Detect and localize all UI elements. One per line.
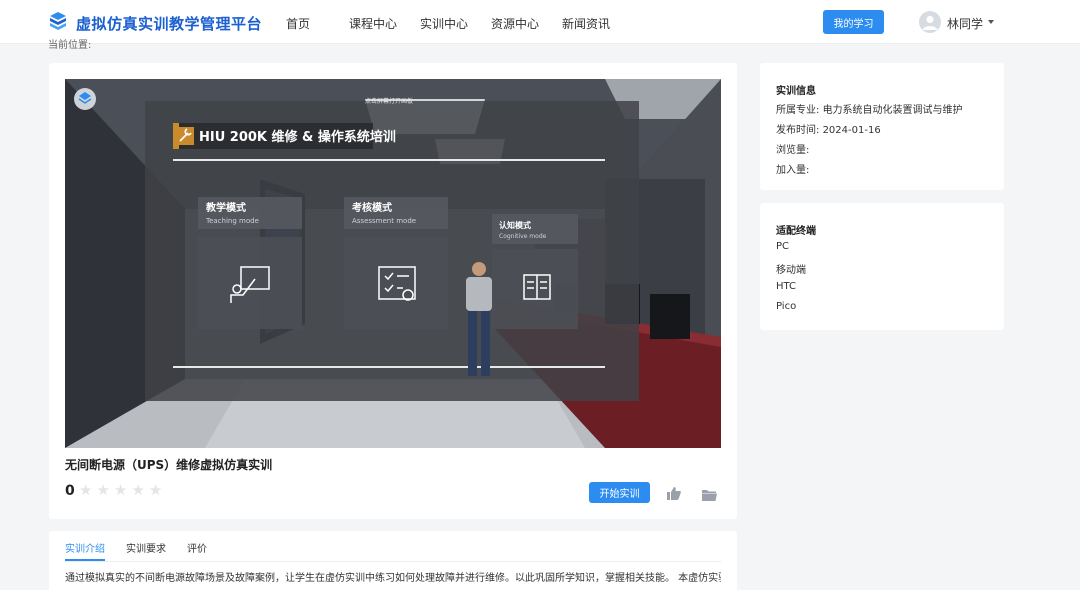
nav-training[interactable]: 实训中心 bbox=[420, 15, 468, 32]
nav-courses[interactable]: 课程中心 bbox=[349, 15, 397, 32]
training-preview-image[interactable]: 点击屏幕打开画板 HIU 200K 维修 & 操作系统培训 教学模式 Teach… bbox=[65, 79, 721, 448]
rating-score: 0 bbox=[65, 483, 75, 499]
major-value: 电力系统自动化装置调试与维护 bbox=[822, 105, 963, 116]
nav-resources[interactable]: 资源中心 bbox=[491, 15, 539, 32]
tab-intro[interactable]: 实训介绍 bbox=[65, 540, 105, 555]
mode-assessment-subtitle: Assessment mode bbox=[352, 217, 416, 225]
star-icon[interactable]: ★ bbox=[96, 482, 109, 498]
start-training-button[interactable]: 开始实训 bbox=[589, 482, 650, 503]
star-icon[interactable]: ★ bbox=[149, 482, 162, 498]
star-icon[interactable]: ★ bbox=[79, 482, 92, 498]
folder-icon[interactable] bbox=[702, 486, 717, 505]
date-value: 2024-01-16 bbox=[822, 125, 881, 136]
my-learning-button[interactable]: 我的学习 bbox=[823, 10, 884, 34]
tab-requirements[interactable]: 实训要求 bbox=[126, 540, 166, 555]
site-title: 虚拟仿真实训教学管理平台 bbox=[76, 14, 263, 33]
scene-banner: HIU 200K 维修 & 操作系统培训 bbox=[199, 129, 396, 145]
nav-news[interactable]: 新闻资讯 bbox=[562, 15, 610, 32]
site-logo[interactable]: 虚拟仿真实训教学管理平台 bbox=[48, 11, 262, 35]
tab-reviews[interactable]: 评价 bbox=[187, 540, 207, 555]
terminal-item: Pico bbox=[776, 301, 797, 312]
caret-down-icon[interactable] bbox=[988, 20, 994, 24]
mode-cognitive-subtitle: Cognitive mode bbox=[499, 233, 547, 240]
info-date: 发布时间: 2024-01-16 bbox=[776, 121, 881, 136]
info-title: 实训信息 bbox=[776, 86, 816, 97]
mode-assessment-title: 考核模式 bbox=[352, 201, 392, 214]
training-description: 通过模拟真实的不间断电源故障场景及故障案例，让学生在虚仿实训中练习如何处理故障并… bbox=[65, 573, 721, 584]
terminal-item: PC bbox=[776, 241, 790, 252]
top-navbar: 虚拟仿真实训教学管理平台 首页 课程中心 实训中心 资源中心 新闻资讯 我的学习… bbox=[0, 0, 1080, 44]
mode-assessment[interactable]: 考核模式 Assessment mode bbox=[344, 197, 448, 329]
scene-hint: 点击屏幕打开画板 bbox=[365, 97, 413, 105]
terminals-title: 适配终端 bbox=[776, 226, 816, 237]
nav-home[interactable]: 首页 bbox=[286, 15, 310, 32]
tabs-divider bbox=[65, 561, 721, 562]
mode-teaching[interactable]: 教学模式 Teaching mode bbox=[198, 197, 302, 329]
mode-teaching-subtitle: Teaching mode bbox=[205, 217, 259, 225]
course-title: 无间断电源（UPS）维修虚拟仿真实训 bbox=[65, 458, 273, 472]
rating-stars[interactable]: ★ ★ ★ ★ ★ bbox=[79, 482, 162, 498]
breadcrumb: 当前位置: bbox=[48, 40, 92, 51]
thumbs-up-icon[interactable] bbox=[667, 485, 681, 504]
mode-cognitive[interactable]: 认知模式 Cognitive mode bbox=[492, 214, 578, 329]
terminal-item: 移动端 bbox=[776, 265, 806, 276]
star-icon[interactable]: ★ bbox=[131, 482, 144, 498]
star-icon[interactable]: ★ bbox=[114, 482, 127, 498]
major-label: 所属专业: bbox=[776, 105, 820, 116]
info-joins: 加入量: bbox=[776, 165, 810, 176]
terminal-item: HTC bbox=[776, 281, 797, 292]
date-label: 发布时间: bbox=[776, 125, 820, 136]
info-views: 浏览量: bbox=[776, 145, 810, 156]
logo-cube-icon bbox=[48, 11, 68, 35]
user-avatar-icon[interactable] bbox=[919, 11, 941, 33]
info-major: 所属专业: 电力系统自动化装置调试与维护 bbox=[776, 101, 963, 116]
wrench-icon bbox=[176, 127, 194, 145]
mode-teaching-title: 教学模式 bbox=[205, 201, 246, 214]
username[interactable]: 林同学 bbox=[947, 15, 983, 32]
mode-cognitive-title: 认知模式 bbox=[499, 220, 531, 230]
